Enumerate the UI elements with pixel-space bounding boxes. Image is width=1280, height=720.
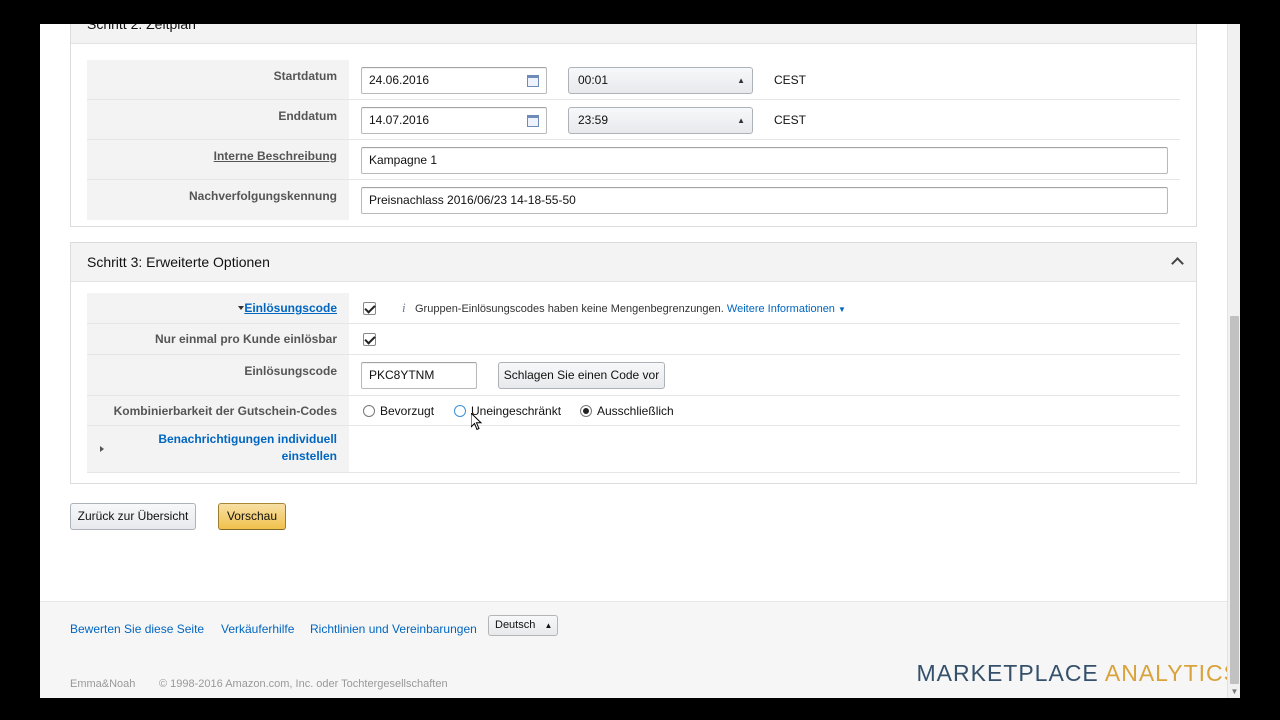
start-date-value: 24.06.2016 xyxy=(369,73,430,87)
notifications-label-line2: einstellen xyxy=(281,449,337,463)
more-info-link[interactable]: Weitere Informationen ▼︎ xyxy=(727,303,846,315)
tracking-id-value: Preisnachlass 2016/06/23 14-18-55-50 xyxy=(369,193,576,207)
step3-header[interactable]: Schritt 3: Erweiterte Optionen xyxy=(71,243,1196,282)
footer-link-seller-help[interactable]: Verkäuferhilfe xyxy=(221,622,294,636)
start-time-value: 00:01 xyxy=(578,73,609,87)
seller-name: Emma&Noah xyxy=(70,678,136,690)
notifications-row: Benachrichtigungen individuell einstelle… xyxy=(87,426,1180,473)
radio-unrestricted[interactable] xyxy=(454,405,466,417)
start-date-label: Startdatum xyxy=(273,69,337,83)
more-info-link-text: Weitere Informationen xyxy=(726,303,835,315)
expand-triangle-icon[interactable] xyxy=(238,306,244,310)
collapse-chevron-icon[interactable] xyxy=(1171,24,1184,28)
language-value: Deutsch xyxy=(495,619,536,631)
step2-panel: Schritt 2: Zeitplan Startdatum 24.06.201… xyxy=(70,24,1197,227)
start-date-input[interactable]: 24.06.2016 xyxy=(361,67,547,94)
radio-preferred[interactable] xyxy=(363,405,375,417)
end-date-row: Enddatum 14.07.2016 23:59 ▲︎ CEST xyxy=(87,100,1180,140)
start-timezone: CEST xyxy=(774,73,807,87)
step3-panel: Schritt 3: Erweiterte Optionen Einlösung… xyxy=(70,242,1197,484)
end-timezone: CEST xyxy=(774,113,807,127)
chevron-down-icon: ▼︎ xyxy=(838,305,846,314)
step2-header[interactable]: Schritt 2: Zeitplan xyxy=(71,24,1196,44)
redemption-code-checkbox[interactable] xyxy=(363,302,376,315)
once-per-customer-label: Nur einmal pro Kunde einlösbar xyxy=(154,332,337,346)
vertical-scrollbar[interactable]: ▼︎ xyxy=(1227,24,1240,698)
radio-exclusive[interactable] xyxy=(580,405,592,417)
redemption-code-row: Einlösungscode PKC8YTNM Schlagen Sie ein… xyxy=(87,355,1180,396)
tracking-id-row: Nachverfolgungskennung Preisnachlass 201… xyxy=(87,180,1180,220)
redemption-code-input[interactable]: PKC8YTNM xyxy=(361,362,477,389)
end-date-input[interactable]: 14.07.2016 xyxy=(361,107,547,134)
step2-title: Schritt 2: Zeitplan xyxy=(87,24,196,32)
redemption-info-text: Gruppen-Einlösungscodes haben keine Meng… xyxy=(415,303,846,315)
footer-link-policies[interactable]: Richtlinien und Vereinbarungen xyxy=(310,622,477,636)
footer-link-rate-page[interactable]: Bewerten Sie diese Seite xyxy=(70,622,204,636)
end-time-value: 23:59 xyxy=(578,113,609,127)
combinability-row: Kombinierbarkeit der Gutschein-Codes Bev… xyxy=(87,396,1180,426)
copyright-text: © 1998-2016 Amazon.com, Inc. oder Tochte… xyxy=(159,678,448,690)
notifications-toggle-label[interactable]: Benachrichtigungen individuell einstelle… xyxy=(158,431,337,465)
select-arrows-icon: ▲︎ xyxy=(544,621,553,630)
collapse-chevron-icon[interactable] xyxy=(1171,257,1184,270)
redemption-code-value: PKC8YTNM xyxy=(369,368,435,382)
tracking-id-label: Nachverfolgungskennung xyxy=(188,189,337,203)
watermark-part1: MARKETPLACE xyxy=(916,660,1099,686)
redemption-code-toggle-row: Einlösungscode i Gruppen-Einlösungscodes… xyxy=(87,293,1180,324)
watermark-part2: ANALYTICS xyxy=(1104,660,1240,686)
scroll-down-arrow-icon[interactable]: ▼︎ xyxy=(1230,687,1239,697)
radio-unrestricted-label[interactable]: Uneingeschränkt xyxy=(471,404,561,418)
select-arrows-icon: ▲︎ xyxy=(737,116,745,125)
expand-triangle-icon[interactable] xyxy=(100,446,104,452)
info-icon: i xyxy=(402,300,406,315)
internal-description-input[interactable]: Kampagne 1 xyxy=(361,147,1168,174)
once-per-customer-checkbox[interactable] xyxy=(363,333,376,346)
once-per-customer-row: Nur einmal pro Kunde einlösbar xyxy=(87,324,1180,355)
calendar-icon[interactable] xyxy=(527,75,539,87)
marketplace-analytics-watermark: MARKETPLACE ANALYTICS xyxy=(917,660,1241,687)
redemption-code-label: Einlösungscode xyxy=(244,364,337,378)
end-time-select[interactable]: 23:59 ▲︎ xyxy=(568,107,753,134)
suggest-code-button[interactable]: Schlagen Sie einen Code vor xyxy=(498,362,665,389)
end-date-label: Enddatum xyxy=(278,109,337,123)
start-date-row: Startdatum 24.06.2016 00:01 ▲︎ CEST xyxy=(87,60,1180,100)
step3-title: Schritt 3: Erweiterte Optionen xyxy=(87,254,270,270)
redemption-info-message: Gruppen-Einlösungscodes haben keine Meng… xyxy=(415,303,724,315)
browser-viewport: Schritt 2: Zeitplan Startdatum 24.06.201… xyxy=(40,24,1240,698)
language-select[interactable]: Deutsch ▲︎ xyxy=(488,615,559,636)
select-arrows-icon: ▲︎ xyxy=(737,76,745,85)
internal-description-label[interactable]: Interne Beschreibung xyxy=(214,149,337,163)
redemption-code-toggle-label[interactable]: Einlösungscode xyxy=(244,301,337,315)
internal-description-value: Kampagne 1 xyxy=(369,153,438,167)
scrollbar-thumb[interactable] xyxy=(1230,316,1239,684)
end-date-value: 14.07.2016 xyxy=(369,113,430,127)
preview-button[interactable]: Vorschau xyxy=(218,503,286,530)
tracking-id-input[interactable]: Preisnachlass 2016/06/23 14-18-55-50 xyxy=(361,187,1168,214)
internal-description-row: Interne Beschreibung Kampagne 1 xyxy=(87,140,1180,180)
back-to-overview-button[interactable]: Zurück zur Übersicht xyxy=(70,503,196,530)
radio-exclusive-label[interactable]: Ausschließlich xyxy=(597,404,674,418)
combinability-label: Kombinierbarkeit der Gutschein-Codes xyxy=(113,404,337,418)
notifications-label-line1: Benachrichtigungen individuell xyxy=(158,432,337,446)
radio-preferred-label[interactable]: Bevorzugt xyxy=(380,404,434,418)
start-time-select[interactable]: 00:01 ▲︎ xyxy=(568,67,753,94)
calendar-icon[interactable] xyxy=(527,115,539,127)
